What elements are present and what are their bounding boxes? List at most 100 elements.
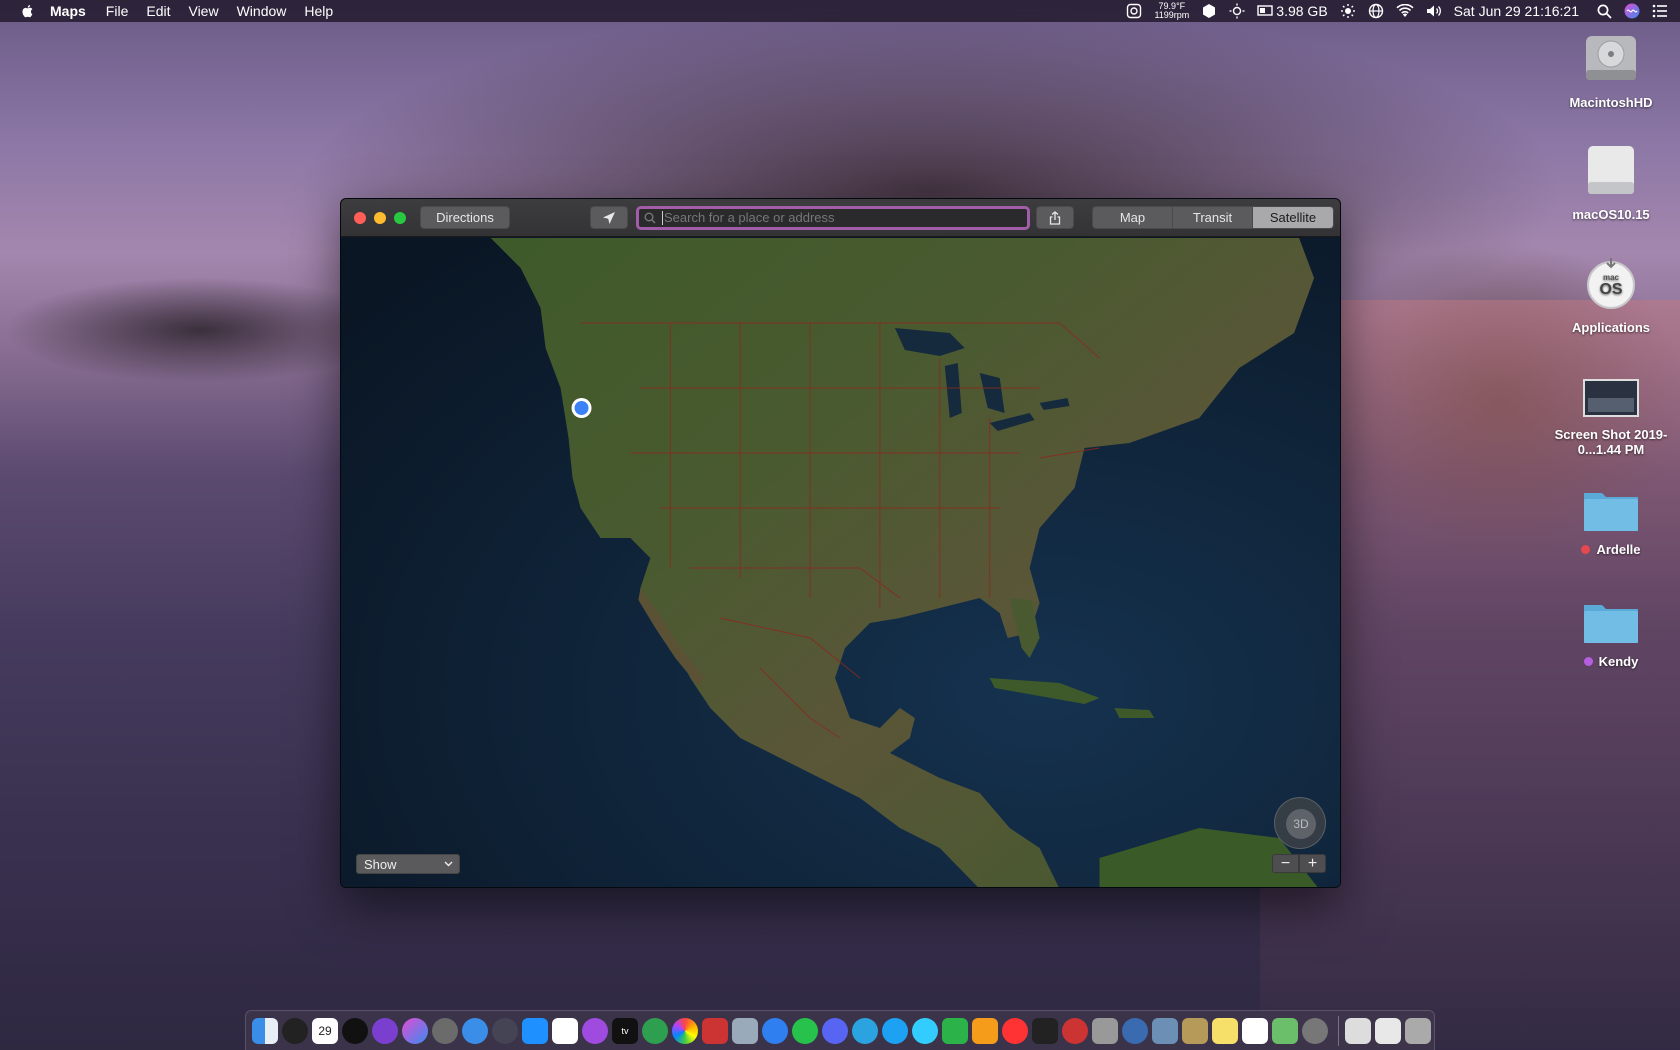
hexagon-app-icon[interactable]: [1201, 3, 1217, 19]
notification-center-icon[interactable]: [1652, 4, 1668, 18]
zoom-in-button[interactable]: +: [1299, 854, 1326, 873]
browser-icon[interactable]: [1122, 1017, 1148, 1044]
fullscreen-window-button[interactable]: [394, 211, 406, 224]
siri-icon[interactable]: [1624, 3, 1640, 19]
menu-window[interactable]: Window: [237, 0, 287, 22]
textedit-icon[interactable]: [1345, 1017, 1371, 1044]
minimize-window-button[interactable]: [374, 211, 386, 224]
search-placeholder: Search for a place or address: [664, 210, 835, 225]
tab-transit[interactable]: Transit: [1173, 207, 1253, 228]
fan-sensor-icon[interactable]: [1126, 3, 1142, 19]
messenger-icon[interactable]: [762, 1017, 788, 1044]
stocks-icon[interactable]: [1032, 1017, 1058, 1044]
satellite-map[interactable]: [341, 238, 1340, 888]
menu-edit[interactable]: Edit: [146, 0, 170, 22]
menu-app-name[interactable]: Maps: [50, 0, 86, 22]
dock: 29 tv: [245, 1010, 1435, 1050]
podcasts-icon[interactable]: [582, 1017, 608, 1044]
news-icon[interactable]: [1002, 1017, 1028, 1044]
preview-icon[interactable]: [732, 1017, 758, 1044]
trash-icon[interactable]: [1405, 1017, 1431, 1044]
desktop-icon-ardelle[interactable]: Ardelle: [1551, 487, 1671, 557]
music-icon[interactable]: [552, 1017, 578, 1044]
chevron-down-icon: [444, 861, 453, 867]
memory-chip-icon: [1257, 5, 1273, 16]
wifi-icon[interactable]: [1396, 4, 1414, 18]
finder-icon[interactable]: [252, 1017, 278, 1044]
tv-label: tv: [621, 1025, 629, 1036]
twitter-icon[interactable]: [882, 1017, 908, 1044]
purple-tag-icon: [1583, 657, 1593, 666]
calendar-icon[interactable]: 29: [312, 1017, 338, 1044]
tab-map[interactable]: Map: [1093, 207, 1173, 228]
system-preferences-icon[interactable]: [1302, 1017, 1328, 1044]
whatsapp-icon[interactable]: [792, 1017, 818, 1044]
calendar-day: 29: [318, 1023, 332, 1038]
share-icon: [1049, 210, 1061, 225]
photos-icon[interactable]: [672, 1017, 698, 1044]
3d-toggle-button[interactable]: 3D: [1286, 809, 1316, 839]
menu-file[interactable]: File: [106, 0, 129, 22]
home-icon[interactable]: [972, 1017, 998, 1044]
siri-icon[interactable]: [402, 1017, 428, 1044]
maps-icon[interactable]: [1272, 1017, 1298, 1044]
zoom-out-button[interactable]: −: [1272, 854, 1299, 873]
photo-booth-icon[interactable]: [702, 1017, 728, 1044]
desktop-icon-kendy[interactable]: Kendy: [1551, 599, 1671, 669]
dock-separator: [1338, 1015, 1339, 1046]
desktop-icon-label: Applications: [1571, 320, 1650, 335]
desktop-icon-macos1015[interactable]: macOS10.15: [1551, 142, 1671, 222]
tv-icon[interactable]: tv: [612, 1017, 638, 1044]
telegram-icon[interactable]: [852, 1017, 878, 1044]
user-location-dot[interactable]: [574, 401, 589, 415]
preview-document-icon[interactable]: [1152, 1017, 1178, 1044]
globe-icon[interactable]: [1368, 3, 1384, 19]
current-location-button[interactable]: [590, 206, 628, 229]
contacts-icon[interactable]: [1182, 1017, 1208, 1044]
feather-icon[interactable]: [372, 1017, 398, 1044]
show-dropdown-label: Show: [364, 856, 397, 872]
text-caret: [662, 210, 663, 225]
sun-icon[interactable]: [1340, 3, 1356, 19]
desktop-icon-label: macOS10.15: [1572, 207, 1650, 222]
discord-icon[interactable]: [822, 1017, 848, 1044]
facetime-icon[interactable]: [942, 1017, 968, 1044]
compass-3d-control[interactable]: 3D: [1274, 797, 1326, 849]
reminders-icon[interactable]: [1242, 1017, 1268, 1044]
desktop-icon-applications[interactable]: mac OS Applications: [1551, 255, 1671, 335]
notes-icon[interactable]: [1212, 1017, 1238, 1044]
messages-icon[interactable]: [912, 1017, 938, 1044]
find-my-icon[interactable]: [642, 1017, 668, 1044]
tab-satellite[interactable]: Satellite: [1253, 207, 1333, 228]
brightness-icon[interactable]: [1229, 3, 1245, 19]
external-drive-icon: [1588, 146, 1634, 194]
folder-icon: [1584, 605, 1638, 643]
status-area: 79.9°F 1199rpm 3.98 GB Sat Jun 29 21:16:…: [1126, 0, 1680, 22]
mail-icon[interactable]: [1375, 1017, 1401, 1044]
spotlight-search-icon[interactable]: [1597, 4, 1612, 19]
disk-utility-icon[interactable]: [1092, 1017, 1118, 1044]
menu-help[interactable]: Help: [304, 0, 333, 22]
menu-view[interactable]: View: [188, 0, 218, 22]
maps-window: Directions Search for a place or address…: [340, 198, 1341, 888]
directions-button[interactable]: Directions: [420, 206, 510, 229]
share-button[interactable]: [1036, 206, 1074, 229]
close-window-button[interactable]: [354, 211, 366, 224]
desktop-icon-macintoshhd[interactable]: MacintoshHD: [1551, 30, 1671, 110]
cherry-icon[interactable]: [1062, 1017, 1088, 1044]
launchpad-icon[interactable]: [432, 1017, 458, 1044]
menu-clock[interactable]: Sat Jun 29 21:16:21: [1454, 3, 1579, 19]
desktop-icon-screenshot[interactable]: Screen Shot 2019-0...1.44 PM: [1551, 378, 1671, 457]
clock-icon[interactable]: [282, 1017, 308, 1044]
show-dropdown[interactable]: Show: [356, 854, 460, 874]
activity-icon[interactable]: [342, 1017, 368, 1044]
memory-status[interactable]: 3.98 GB: [1257, 3, 1328, 19]
photos-mountain-icon[interactable]: [492, 1017, 518, 1044]
search-field[interactable]: Search for a place or address: [636, 205, 1030, 230]
screenshot-thumbnail-icon: [1583, 379, 1639, 417]
temp-fan-readout[interactable]: 79.9°F 1199rpm: [1154, 2, 1189, 20]
apple-menu-icon[interactable]: [20, 3, 36, 19]
app-store-icon[interactable]: [522, 1017, 548, 1044]
volume-icon[interactable]: [1426, 4, 1442, 18]
safari-icon[interactable]: [462, 1017, 488, 1044]
